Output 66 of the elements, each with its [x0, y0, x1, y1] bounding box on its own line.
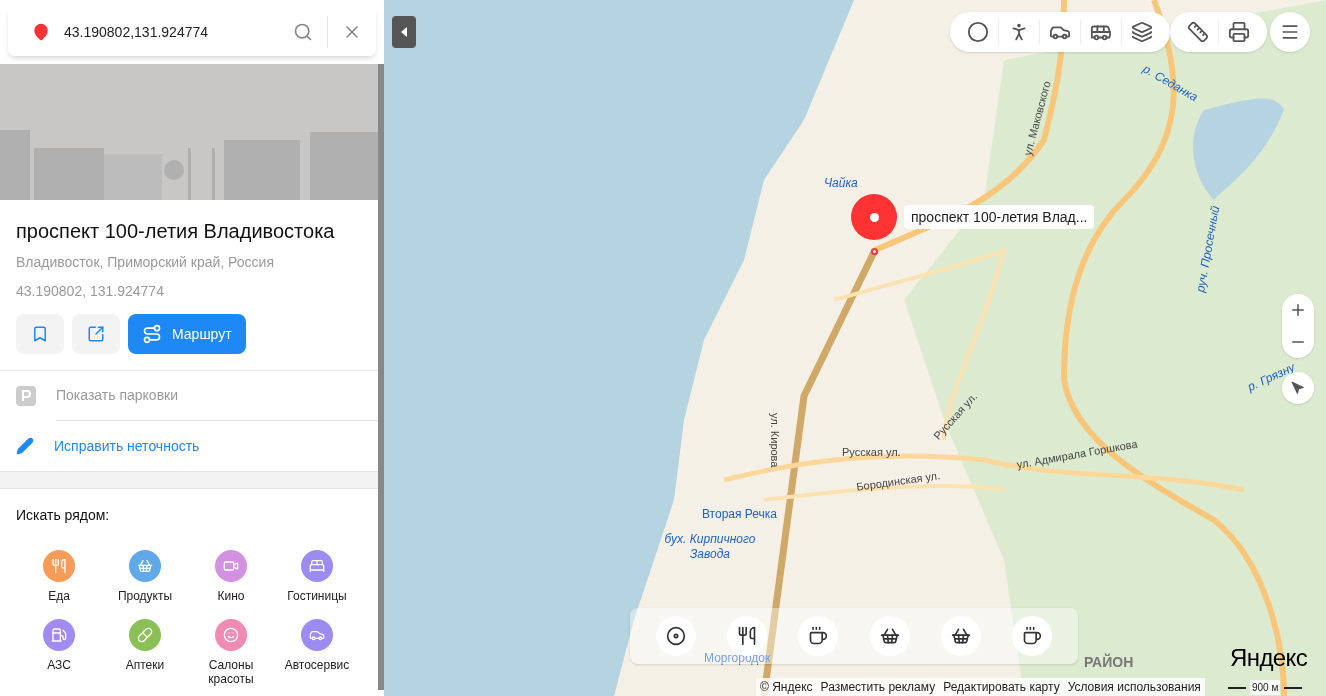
street-label: Бородинская ул.: [855, 468, 942, 495]
cinema-icon: [223, 558, 239, 574]
logo: Яндекс: [1230, 643, 1308, 673]
water-label: руч. Просечный: [1192, 204, 1224, 294]
category-button[interactable]: Гостиницы: [274, 550, 360, 603]
carousel-button[interactable]: [798, 616, 839, 656]
section-title: Искать рядом:: [16, 506, 111, 525]
carousel-button[interactable]: [869, 616, 910, 656]
print-icon[interactable]: [1228, 21, 1250, 43]
collapse-panel-button[interactable]: [392, 16, 416, 48]
search-icon[interactable]: [293, 22, 313, 42]
cup-icon: [1022, 626, 1043, 646]
category-button[interactable]: Продукты: [102, 550, 188, 603]
report-error-link[interactable]: Исправить неточность: [54, 435, 200, 457]
footer-link[interactable]: Условия использования: [1067, 678, 1201, 696]
scrollbar[interactable]: [378, 64, 384, 690]
category-button[interactable]: АЗС: [16, 619, 102, 686]
pharmacy-icon: [137, 627, 153, 643]
place-address: Владивосток, Приморский край, Россия: [16, 253, 276, 272]
carousel-button[interactable]: [655, 616, 696, 656]
basket-icon: [879, 626, 900, 646]
street-label: ул. Кирова: [768, 413, 783, 468]
street-label: Русская ул.: [842, 445, 901, 460]
food-icon: [51, 558, 67, 574]
menu-icon: [1280, 22, 1300, 42]
share-icon: [87, 325, 105, 343]
copyright-text: © Яндекс: [760, 679, 813, 696]
place-label: бух. Кирпичного Завода: [663, 532, 757, 562]
disc-icon: [665, 626, 686, 646]
route-button[interactable]: Маршрут: [128, 314, 246, 354]
street-label: ул. Адмирала Горшкова: [1015, 436, 1139, 473]
footer-link[interactable]: Редактировать карту: [943, 678, 1060, 696]
category-button[interactable]: Еда: [16, 550, 102, 603]
category-button[interactable]: Аптеки: [102, 619, 188, 686]
pin-icon: [32, 21, 50, 43]
search-bar[interactable]: 43.190802,131.924774: [8, 8, 376, 56]
scale-label: 900 м: [1250, 680, 1281, 695]
hotel-icon: [309, 558, 325, 574]
groceries-icon: [137, 558, 153, 574]
parking-icon: [16, 386, 36, 406]
route-icon: [142, 324, 162, 344]
pencil-icon: [16, 437, 34, 455]
bookmark-icon: [31, 325, 49, 343]
pin-label: проспект 100-летия Влад...: [904, 205, 1095, 229]
map-pin[interactable]: [851, 194, 897, 240]
bookmark-button[interactable]: [16, 314, 64, 354]
cup-icon: [808, 626, 829, 646]
category-button[interactable]: Автосервис: [274, 619, 360, 686]
place-coordinates: 43.190802, 131.924774: [16, 282, 165, 301]
search-field[interactable]: 43.190802,131.924774: [64, 21, 293, 43]
category-button[interactable]: Кино: [188, 550, 274, 603]
layers-icon[interactable]: [1131, 21, 1153, 43]
fork-knife-icon: [737, 626, 757, 646]
triangle-left-icon: [401, 27, 407, 37]
place-label: Вторая Речка: [702, 506, 777, 523]
basket-icon: [950, 626, 971, 646]
share-button[interactable]: [72, 314, 120, 354]
fuel-icon: [51, 627, 67, 643]
place-title: проспект 100-летия Владивостока: [16, 219, 336, 244]
water-label: Чайка: [824, 175, 858, 192]
ruler-icon[interactable]: [1187, 21, 1209, 43]
place-label: РАЙОН: [1084, 652, 1134, 672]
zoom-in-icon[interactable]: [1289, 301, 1307, 319]
category-button[interactable]: Салоны красоты: [188, 619, 274, 686]
footer-link[interactable]: Разместить рекламу: [820, 678, 936, 696]
carousel-button[interactable]: [940, 616, 981, 656]
